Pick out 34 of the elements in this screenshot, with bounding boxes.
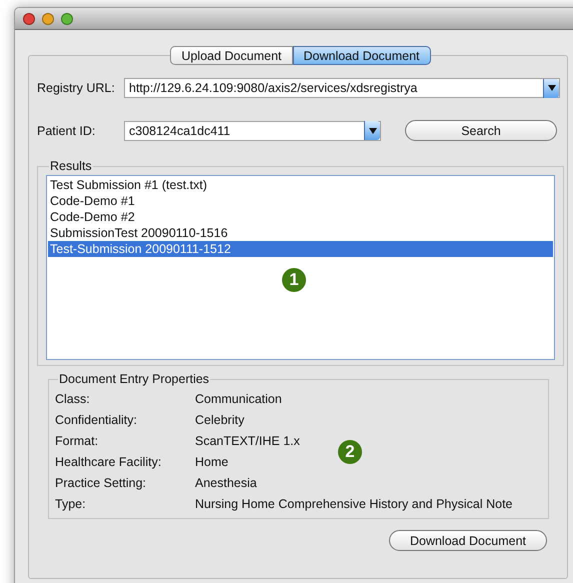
patient-id-combo[interactable]: c308124ca1dc411	[124, 120, 381, 140]
download-document-button[interactable]: Download Document	[389, 530, 547, 551]
tab[interactable]: Upload Document	[170, 46, 292, 65]
window-control-icon[interactable]	[61, 12, 73, 24]
property-label: Class:	[55, 392, 91, 406]
property-label: Format:	[55, 434, 100, 448]
property-label: Type:	[55, 496, 87, 510]
property-value: Anesthesia	[195, 476, 257, 490]
field-label: Registry URL:	[37, 81, 116, 95]
tab[interactable]: Download Document	[292, 46, 431, 65]
dropdown-arrow-icon	[368, 128, 376, 134]
property-value: Communication	[195, 392, 282, 406]
property-value: ScanTEXT/IHE 1.x	[195, 434, 300, 448]
field-label: Patient ID:	[37, 124, 96, 138]
property-value: Home	[195, 454, 228, 468]
property-label: Practice Setting:	[55, 476, 148, 490]
group-title: Results	[49, 159, 93, 173]
property-value: Nursing Home Comprehensive History and Physical Note	[195, 496, 512, 510]
dropdown-arrow-icon	[548, 85, 556, 91]
property-value: Celebrity	[195, 412, 244, 426]
callout-badge: 1	[282, 268, 306, 292]
window-control-icon[interactable]	[42, 12, 54, 24]
list-item[interactable]: Test-Submission 20090111-1512	[48, 241, 553, 257]
list-item[interactable]: SubmissionTest 20090110-1516	[48, 225, 553, 241]
registry-url-combo[interactable]: http://129.6.24.109:9080/axis2/services/xdsregistrya	[124, 78, 560, 98]
window-control-icon[interactable]	[23, 12, 35, 24]
property-label: Confidentiality:	[55, 412, 138, 426]
group-title: Document Entry Properties	[58, 372, 210, 386]
list-item[interactable]: Code-Demo #2	[48, 209, 553, 225]
callout-badge: 2	[338, 440, 362, 464]
property-label: Healthcare Facility:	[55, 454, 162, 468]
list-item[interactable]: Test Submission #1 (test.txt)	[48, 177, 553, 193]
search-button[interactable]: Search	[405, 120, 557, 141]
list-item[interactable]: Code-Demo #1	[48, 193, 553, 209]
